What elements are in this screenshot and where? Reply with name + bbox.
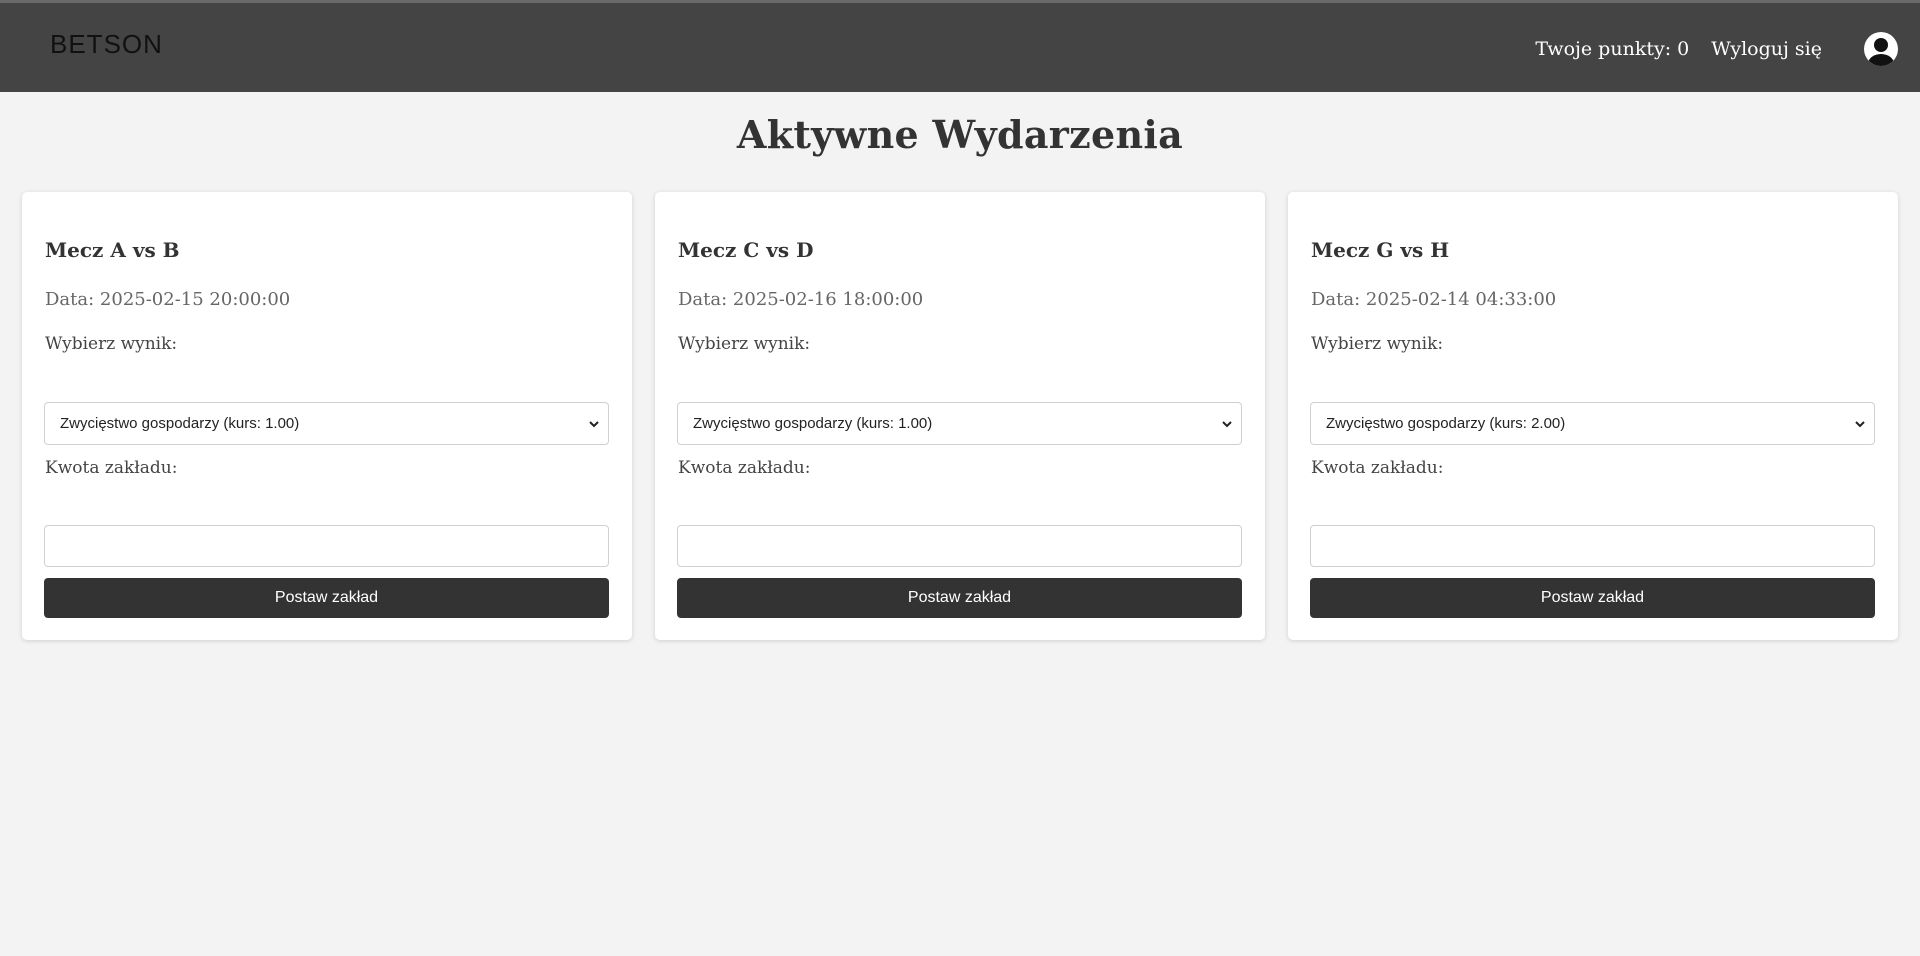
place-bet-button[interactable]: Postaw zakład <box>677 578 1242 618</box>
result-label: Wybierz wynik: <box>678 334 811 354</box>
event-date: Data: 2025-02-16 18:00:00 <box>678 289 924 310</box>
amount-label: Kwota zakładu: <box>678 458 811 478</box>
result-select-value: Zwycięstwo gospodarzy (kurs: 2.00) <box>1326 415 1566 432</box>
result-select-value: Zwycięstwo gospodarzy (kurs: 1.00) <box>60 415 300 432</box>
amount-input[interactable] <box>44 525 609 567</box>
event-title: Mecz A vs B <box>45 238 180 262</box>
logo-wordmark: BETSON <box>50 31 163 57</box>
place-bet-button[interactable]: Postaw zakład <box>1310 578 1875 618</box>
event-card: Mecz C vs D Data: 2025-02-16 18:00:00 Wy… <box>655 192 1265 640</box>
event-card: Mecz G vs H Data: 2025-02-14 04:33:00 Wy… <box>1288 192 1898 640</box>
user-points: Twoje punkty: 0 <box>1535 38 1690 60</box>
chevron-down-icon <box>1854 417 1866 434</box>
amount-label: Kwota zakładu: <box>1311 458 1444 478</box>
amount-input[interactable] <box>1310 525 1875 567</box>
top-navbar: BETSON Twoje punkty: 0 Wyloguj się <box>0 0 1920 92</box>
chevron-down-icon <box>588 417 600 434</box>
events-list: Mecz A vs B Data: 2025-02-15 20:00:00 Wy… <box>22 192 1898 640</box>
result-label: Wybierz wynik: <box>1311 334 1444 354</box>
result-select-value: Zwycięstwo gospodarzy (kurs: 1.00) <box>693 415 933 432</box>
page-title: Aktywne Wydarzenia <box>736 112 1184 157</box>
event-title: Mecz C vs D <box>678 238 814 262</box>
event-title: Mecz G vs H <box>1311 238 1450 262</box>
betson-logo[interactable]: BETSON <box>50 31 170 63</box>
event-date: Data: 2025-02-14 04:33:00 <box>1311 289 1557 310</box>
logout-link[interactable]: Wyloguj się <box>1711 38 1822 60</box>
user-avatar-icon[interactable] <box>1864 32 1898 66</box>
result-select[interactable]: Zwycięstwo gospodarzy (kurs: 1.00) <box>677 402 1242 445</box>
result-label: Wybierz wynik: <box>45 334 178 354</box>
amount-input[interactable] <box>677 525 1242 567</box>
result-select[interactable]: Zwycięstwo gospodarzy (kurs: 2.00) <box>1310 402 1875 445</box>
event-card: Mecz A vs B Data: 2025-02-15 20:00:00 Wy… <box>22 192 632 640</box>
svg-text:BETSON: BETSON <box>50 31 163 57</box>
navbar-right: Twoje punkty: 0 Wyloguj się <box>1535 3 1920 95</box>
amount-label: Kwota zakładu: <box>45 458 178 478</box>
result-select[interactable]: Zwycięstwo gospodarzy (kurs: 1.00) <box>44 402 609 445</box>
event-date: Data: 2025-02-15 20:00:00 <box>45 289 291 310</box>
place-bet-button[interactable]: Postaw zakład <box>44 578 609 618</box>
chevron-down-icon <box>1221 417 1233 434</box>
